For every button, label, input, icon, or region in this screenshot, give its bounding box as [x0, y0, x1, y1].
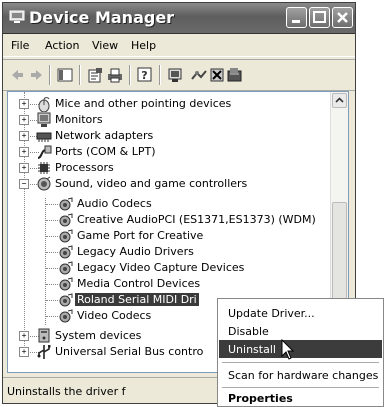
tree-node-label: Processors — [55, 161, 114, 174]
console-tree-icon[interactable] — [57, 67, 73, 83]
sound-device-icon — [59, 213, 73, 227]
expand-toggle[interactable]: + — [19, 131, 29, 141]
tree-node-label: System devices — [55, 329, 142, 342]
menu-update-driver[interactable]: Update Driver... — [219, 304, 382, 322]
menu-file[interactable]: File — [11, 39, 29, 52]
tree-node-label-selected: Roland Serial MIDI Dri — [75, 293, 199, 306]
tree-node-label: Legacy Audio Drivers — [77, 245, 194, 258]
tree-connector — [46, 284, 58, 285]
sound-device-icon — [59, 277, 73, 291]
expand-toggle[interactable]: + — [19, 347, 29, 357]
monitor-icon — [37, 112, 51, 127]
tree-connector — [46, 204, 58, 205]
chevron-up-icon — [335, 97, 344, 103]
sound-device-icon — [59, 261, 73, 275]
minimize-icon — [292, 20, 300, 23]
tree-node-label: Sound, video and game controllers — [55, 177, 248, 190]
speaker-icon — [37, 176, 51, 191]
tree-node-label: Ports (COM & LPT) — [55, 145, 156, 158]
properties-icon[interactable] — [87, 67, 103, 83]
menu-properties[interactable]: Properties — [219, 389, 382, 407]
menu-item-label: Properties — [228, 392, 293, 405]
computer-icon — [38, 328, 50, 343]
toolbar-separator — [49, 65, 51, 85]
status-text: Uninstalls the driver f — [7, 385, 126, 398]
tree-branch-line — [45, 198, 46, 325]
sound-device-icon — [59, 245, 73, 259]
menu-action[interactable]: Action — [45, 39, 79, 52]
menu-item-label: Scan for hardware changes — [228, 369, 379, 382]
tree-node-label: Video Codecs — [77, 309, 152, 322]
scroll-up-button[interactable] — [332, 93, 347, 108]
sound-device-icon — [59, 197, 73, 211]
menu-item-label: Disable — [228, 325, 269, 338]
tree-node-label: Legacy Video Capture Devices — [77, 261, 245, 274]
menu-separator — [222, 387, 379, 388]
disable-icon[interactable] — [227, 67, 243, 83]
scan-hardware-icon[interactable] — [167, 67, 183, 83]
sound-device-icon — [59, 229, 73, 243]
tree-node-label: Media Control Devices — [77, 277, 201, 290]
menu-help[interactable]: Help — [131, 39, 156, 52]
tree-connector — [46, 220, 58, 221]
tree-node-label: Creative AudioPCI (ES1371,ES1373) (WDM) — [77, 213, 316, 226]
tree-node-label: Mice and other pointing devices — [55, 97, 232, 110]
menu-item-label: Update Driver... — [228, 307, 315, 320]
menu-scan-hardware[interactable]: Scan for hardware changes — [219, 366, 382, 384]
close-icon — [337, 12, 348, 23]
expand-toggle[interactable]: + — [19, 163, 29, 173]
network-adapter-icon — [36, 132, 52, 142]
mouse-icon — [38, 97, 50, 112]
processor-icon — [38, 162, 50, 174]
print-icon[interactable] — [107, 67, 123, 83]
port-icon — [37, 145, 52, 159]
maximize-icon — [313, 11, 326, 23]
toolbar-separator — [159, 65, 161, 85]
tree-connector — [46, 316, 58, 317]
minimize-button[interactable] — [286, 7, 307, 28]
tree-node-label: Game Port for Creative — [77, 229, 204, 242]
menu-uninstall[interactable]: Uninstall — [219, 340, 382, 358]
usb-icon — [37, 345, 51, 359]
menu-bar: File Action View Help — [3, 34, 355, 57]
expand-toggle[interactable]: + — [19, 115, 29, 125]
expand-toggle[interactable]: + — [19, 147, 29, 157]
expand-toggle[interactable]: + — [19, 99, 29, 109]
tree-node-label: Universal Serial Bus contro — [55, 345, 204, 358]
window-title: Device Manager — [29, 8, 175, 27]
tree-connector — [46, 252, 58, 253]
forward-arrow-icon[interactable] — [29, 67, 45, 83]
tree-connector — [46, 300, 58, 301]
help-icon[interactable]: ? — [137, 67, 153, 83]
menu-view[interactable]: View — [92, 39, 118, 52]
tree-connector — [46, 268, 58, 269]
sound-device-icon — [59, 293, 73, 307]
tree-connector — [46, 236, 58, 237]
expand-toggle[interactable]: + — [19, 331, 29, 341]
menu-item-label: Uninstall — [228, 343, 276, 356]
toolbar-separator — [129, 65, 131, 85]
close-button[interactable] — [332, 7, 353, 28]
tree-node-label: Audio Codecs — [77, 197, 152, 210]
maximize-button[interactable] — [309, 7, 330, 28]
tree-node-label: Monitors — [55, 113, 103, 126]
update-driver-icon[interactable] — [191, 67, 207, 83]
menu-separator — [222, 362, 379, 363]
title-bar[interactable]: Device Manager — [3, 3, 355, 34]
device-manager-icon — [9, 10, 25, 23]
menu-disable[interactable]: Disable — [219, 322, 382, 340]
tree-node-label: Network adapters — [55, 129, 154, 142]
mouse-cursor-icon — [281, 339, 295, 360]
sound-device-icon — [59, 309, 73, 323]
uninstall-icon[interactable] — [209, 67, 225, 83]
collapse-toggle[interactable]: − — [19, 179, 29, 189]
toolbar-separator — [79, 65, 81, 85]
context-menu: Update Driver... Disable Uninstall Scan … — [217, 298, 384, 407]
svg-text:?: ? — [141, 69, 147, 82]
toolbar: ? — [3, 59, 355, 91]
back-arrow-icon[interactable] — [9, 67, 25, 83]
